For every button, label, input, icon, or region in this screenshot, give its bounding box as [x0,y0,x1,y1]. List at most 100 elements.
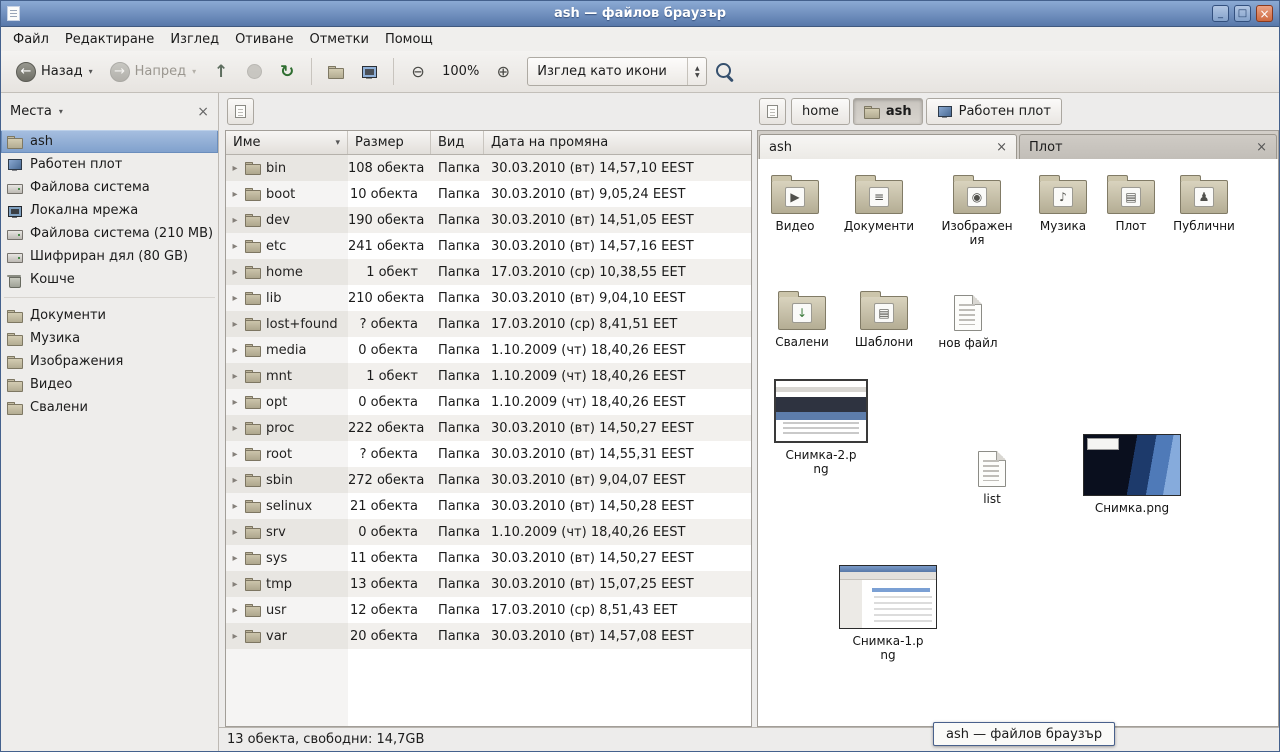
expander-icon[interactable]: ▸ [230,579,240,590]
maximize-button[interactable]: □ [1234,5,1251,22]
expander-icon[interactable]: ▸ [230,267,240,278]
icon-view-item[interactable]: Снимка-1.png [832,565,944,662]
location-toggle-button[interactable] [759,98,786,125]
close-tab-icon[interactable]: × [1250,140,1267,155]
view-mode-select[interactable]: Изглед като икони ▲▼ [527,57,707,86]
expander-icon[interactable]: ▸ [230,553,240,564]
place-icon [7,308,23,324]
menu-item[interactable]: Изглед [162,29,227,50]
table-row[interactable]: ▸ sys 11 обекта Папка 30.03.2010 (вт) 14… [226,545,751,571]
icon-view-item[interactable]: Снимка-2.png [765,379,877,476]
table-row[interactable]: ▸ etc 241 обекта Папка 30.03.2010 (вт) 1… [226,233,751,259]
expander-icon[interactable]: ▸ [230,423,240,434]
breadcrumb-button[interactable]: home [791,98,850,125]
sidebar-item[interactable]: Файлова система (210 MB) [1,222,218,245]
sidebar-item[interactable]: Музика [1,327,218,350]
menu-item[interactable]: Отметки [301,29,376,50]
expander-icon[interactable]: ▸ [230,605,240,616]
sidebar-item[interactable]: Изображения [1,350,218,373]
back-button[interactable]: ← Назад ▾ [9,56,100,88]
expander-icon[interactable]: ▸ [230,345,240,356]
table-row[interactable]: ▸ dev 190 обекта Папка 30.03.2010 (вт) 1… [226,207,751,233]
zoom-out-button[interactable]: ⊖ [403,57,433,87]
close-button[interactable]: × [1256,5,1273,22]
table-row[interactable]: ▸ mnt 1 обект Папка 1.10.2009 (чт) 18,40… [226,363,751,389]
expander-icon[interactable]: ▸ [230,631,240,642]
expander-icon[interactable]: ▸ [230,293,240,304]
icon-view-item[interactable]: ◉ Изображения [935,173,1019,247]
titlebar[interactable]: ash — файлов браузър _ □ × [1,1,1279,27]
home-button[interactable] [321,57,351,87]
expander-icon[interactable]: ▸ [230,189,240,200]
reload-button[interactable]: ↻ [272,57,302,87]
icon-view-item[interactable]: Снимка.png [1076,434,1188,515]
column-header-size[interactable]: Размер [348,131,431,154]
up-button[interactable]: ↑ [206,57,236,87]
sidebar-item[interactable]: Документи [1,304,218,327]
icon-view-item[interactable]: ▶ Видео [757,173,837,233]
column-header-date[interactable]: Дата на промяна [484,131,751,154]
icon-view-item[interactable]: ♟ Публични [1162,173,1246,233]
column-header-type[interactable]: Вид [431,131,484,154]
breadcrumb-button[interactable]: ash [853,98,923,125]
sidebar-title[interactable]: Места [10,104,52,119]
sidebar-item[interactable]: Работен плот [1,153,218,176]
menu-item[interactable]: Отиване [227,29,301,50]
document-icon [978,451,1006,487]
table-row[interactable]: ▸ media 0 обекта Папка 1.10.2009 (чт) 18… [226,337,751,363]
icon-view-item[interactable]: ↓ Свалени [760,289,844,349]
tab[interactable]: Плот × [1019,134,1277,159]
expander-icon[interactable]: ▸ [230,319,240,330]
sidebar-item[interactable]: Видео [1,373,218,396]
sidebar-item[interactable]: Шифриран дял (80 GB) [1,245,218,268]
expander-icon[interactable]: ▸ [230,501,240,512]
zoom-in-button[interactable]: ⊕ [488,57,518,87]
table-row[interactable]: ▸ srv 0 обекта Папка 1.10.2009 (чт) 18,4… [226,519,751,545]
breadcrumb-button[interactable]: Работен плот [926,98,1062,125]
minimize-button[interactable]: _ [1212,5,1229,22]
table-row[interactable]: ▸ lost+found ? обекта Папка 17.03.2010 (… [226,311,751,337]
expander-icon[interactable]: ▸ [230,371,240,382]
table-row[interactable]: ▸ boot 10 обекта Папка 30.03.2010 (вт) 9… [226,181,751,207]
close-sidebar-button[interactable]: × [197,104,209,120]
sidebar-item[interactable]: Свалени [1,396,218,419]
close-tab-icon[interactable]: × [990,140,1007,155]
expander-icon[interactable]: ▸ [230,527,240,538]
table-row[interactable]: ▸ root ? обекта Папка 30.03.2010 (вт) 14… [226,441,751,467]
tab[interactable]: ash × [759,134,1017,159]
icon-view-item[interactable]: ≡ Документи [837,173,921,233]
table-row[interactable]: ▸ opt 0 обекта Папка 1.10.2009 (чт) 18,4… [226,389,751,415]
table-row[interactable]: ▸ var 20 обекта Папка 30.03.2010 (вт) 14… [226,623,751,649]
menu-item[interactable]: Помощ [377,29,441,50]
sidebar-item[interactable]: Файлова система [1,176,218,199]
column-header-name[interactable]: Име ▾ [226,131,348,154]
table-row[interactable]: ▸ home 1 обект Папка 17.03.2010 (ср) 10,… [226,259,751,285]
icon-view-item[interactable]: нов файл [930,291,1006,350]
table-row[interactable]: ▸ selinux 21 обекта Папка 30.03.2010 (вт… [226,493,751,519]
icon-view-item[interactable]: ▤ Шаблони [842,289,926,349]
expander-icon[interactable]: ▸ [230,215,240,226]
table-row[interactable]: ▸ tmp 13 обекта Папка 30.03.2010 (вт) 15… [226,571,751,597]
sidebar-item[interactable]: Кошче [1,268,218,291]
expander-icon[interactable]: ▸ [230,241,240,252]
expander-icon[interactable]: ▸ [230,397,240,408]
sidebar-item[interactable]: Локална мрежа [1,199,218,222]
forward-button[interactable]: → Напред ▾ [103,56,204,88]
table-row[interactable]: ▸ usr 12 обекта Папка 17.03.2010 (ср) 8,… [226,597,751,623]
table-row[interactable]: ▸ proc 222 обекта Папка 30.03.2010 (вт) … [226,415,751,441]
table-row[interactable]: ▸ lib 210 обекта Папка 30.03.2010 (вт) 9… [226,285,751,311]
stop-button[interactable] [239,57,269,87]
search-button[interactable] [710,57,740,87]
sidebar-item[interactable]: ash [1,130,218,153]
icon-view-item[interactable]: list [954,447,1030,506]
icon-view-item[interactable]: ▤ Плот [1089,173,1173,233]
menu-item[interactable]: Файл [5,29,57,50]
expander-icon[interactable]: ▸ [230,475,240,486]
computer-button[interactable] [354,57,384,87]
table-row[interactable]: ▸ sbin 272 обекта Папка 30.03.2010 (вт) … [226,467,751,493]
table-row[interactable]: ▸ bin 108 обекта Папка 30.03.2010 (вт) 1… [226,155,751,181]
expander-icon[interactable]: ▸ [230,449,240,460]
location-toggle-button[interactable] [227,98,254,125]
menu-item[interactable]: Редактиране [57,29,162,50]
expander-icon[interactable]: ▸ [230,163,240,174]
